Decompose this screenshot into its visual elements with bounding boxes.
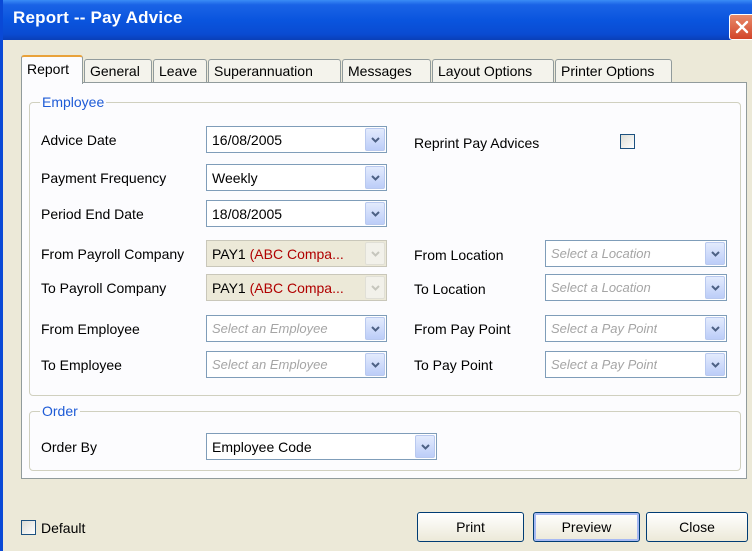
- from-location-placeholder: Select a Location: [551, 246, 651, 261]
- default-label: Default: [41, 520, 86, 536]
- to-employee-label: To Employee: [41, 357, 122, 373]
- default-checkbox[interactable]: [21, 520, 36, 535]
- advice-date-label: Advice Date: [41, 132, 117, 148]
- to-payroll-company-code: PAY1: [212, 280, 246, 296]
- reprint-pay-advices-checkbox[interactable]: [620, 134, 635, 149]
- from-pay-point-select[interactable]: Select a Pay Point: [545, 315, 727, 342]
- title-bar[interactable]: Report -- Pay Advice: [3, 0, 752, 40]
- tab-leave[interactable]: Leave: [153, 59, 207, 83]
- payment-frequency-select[interactable]: Weekly: [206, 164, 387, 191]
- from-payroll-company-dropdown-button: [365, 242, 385, 265]
- preview-button[interactable]: Preview: [533, 512, 640, 542]
- chevron-down-icon: [370, 361, 380, 368]
- period-end-date-picker[interactable]: 18/08/2005: [206, 200, 387, 227]
- advice-date-picker[interactable]: 16/08/2005: [206, 126, 387, 153]
- chevron-down-icon: [710, 325, 720, 332]
- tab-layout-options[interactable]: Layout Options: [432, 59, 554, 83]
- from-pay-point-label: From Pay Point: [414, 321, 511, 337]
- to-location-placeholder: Select a Location: [551, 280, 651, 295]
- from-pay-point-dropdown-button[interactable]: [705, 317, 725, 340]
- from-pay-point-placeholder: Select a Pay Point: [551, 321, 658, 336]
- chevron-down-icon: [710, 361, 720, 368]
- to-location-select[interactable]: Select a Location: [545, 274, 727, 301]
- report-tab-panel: Employee Order Advice Date Payment Frequ…: [21, 82, 747, 479]
- tab-messages[interactable]: Messages: [342, 59, 431, 83]
- tab-report[interactable]: Report: [21, 55, 83, 84]
- from-payroll-company-code: PAY1: [212, 246, 246, 262]
- to-pay-point-placeholder: Select a Pay Point: [551, 357, 658, 372]
- from-employee-dropdown-button[interactable]: [365, 317, 385, 340]
- chevron-down-icon: [710, 284, 720, 291]
- close-icon: [735, 20, 749, 34]
- order-by-dropdown-button[interactable]: [415, 435, 435, 458]
- from-location-dropdown-button[interactable]: [705, 242, 725, 265]
- chevron-down-icon: [370, 325, 380, 332]
- to-payroll-company-select[interactable]: PAY1 (ABC Compa...: [206, 274, 387, 301]
- period-end-date-dropdown-button[interactable]: [365, 202, 385, 225]
- from-payroll-company-value: PAY1 (ABC Compa...: [212, 245, 344, 263]
- to-pay-point-select[interactable]: Select a Pay Point: [545, 351, 727, 378]
- advice-date-value: 16/08/2005: [212, 132, 283, 148]
- chevron-down-icon: [370, 284, 380, 291]
- to-employee-dropdown-button[interactable]: [365, 353, 385, 376]
- to-payroll-company-value: PAY1 (ABC Compa...: [212, 279, 344, 297]
- tab-printer-options[interactable]: Printer Options: [555, 59, 672, 83]
- chevron-down-icon: [710, 250, 720, 257]
- payment-frequency-label: Payment Frequency: [41, 170, 167, 186]
- to-pay-point-dropdown-button[interactable]: [705, 353, 725, 376]
- from-location-label: From Location: [414, 247, 504, 263]
- chevron-down-icon: [370, 174, 380, 181]
- chevron-down-icon: [370, 250, 380, 257]
- chevron-down-icon: [370, 136, 380, 143]
- close-button[interactable]: Close: [646, 512, 748, 542]
- order-by-label: Order By: [41, 439, 98, 455]
- window-title: Report -- Pay Advice: [13, 8, 183, 27]
- to-employee-select[interactable]: Select an Employee: [206, 351, 387, 378]
- payment-frequency-value: Weekly: [212, 170, 258, 186]
- order-by-select[interactable]: Employee Code: [206, 433, 437, 460]
- to-payroll-company-dropdown-button: [365, 276, 385, 299]
- payment-frequency-dropdown-button[interactable]: [365, 166, 385, 189]
- from-location-select[interactable]: Select a Location: [545, 240, 727, 267]
- window-close-button[interactable]: [729, 14, 752, 40]
- to-employee-placeholder: Select an Employee: [212, 357, 328, 372]
- chevron-down-icon: [370, 210, 380, 217]
- period-end-date-value: 18/08/2005: [212, 206, 283, 222]
- employee-group-legend: Employee: [40, 94, 107, 110]
- period-end-date-label: Period End Date: [41, 206, 144, 222]
- reprint-pay-advices-label: Reprint Pay Advices: [414, 135, 540, 151]
- from-payroll-company-name: (ABC Compa...: [249, 246, 344, 262]
- from-employee-label: From Employee: [41, 321, 140, 337]
- to-location-dropdown-button[interactable]: [705, 276, 725, 299]
- to-pay-point-label: To Pay Point: [414, 357, 493, 373]
- chevron-down-icon: [420, 443, 430, 450]
- print-button[interactable]: Print: [417, 512, 524, 542]
- tab-general[interactable]: General: [84, 59, 152, 83]
- to-location-label: To Location: [414, 281, 486, 297]
- to-payroll-company-label: To Payroll Company: [41, 280, 167, 296]
- to-payroll-company-name: (ABC Compa...: [249, 280, 344, 296]
- tab-superannuation[interactable]: Superannuation: [208, 59, 341, 83]
- pay-advice-window: Report -- Pay Advice Report General Leav…: [0, 0, 752, 551]
- order-group-legend: Order: [40, 403, 80, 419]
- from-payroll-company-label: From Payroll Company: [41, 246, 185, 262]
- from-employee-select[interactable]: Select an Employee: [206, 315, 387, 342]
- advice-date-dropdown-button[interactable]: [365, 128, 385, 151]
- from-payroll-company-select[interactable]: PAY1 (ABC Compa...: [206, 240, 387, 267]
- from-employee-placeholder: Select an Employee: [212, 321, 328, 336]
- order-by-value: Employee Code: [212, 439, 312, 455]
